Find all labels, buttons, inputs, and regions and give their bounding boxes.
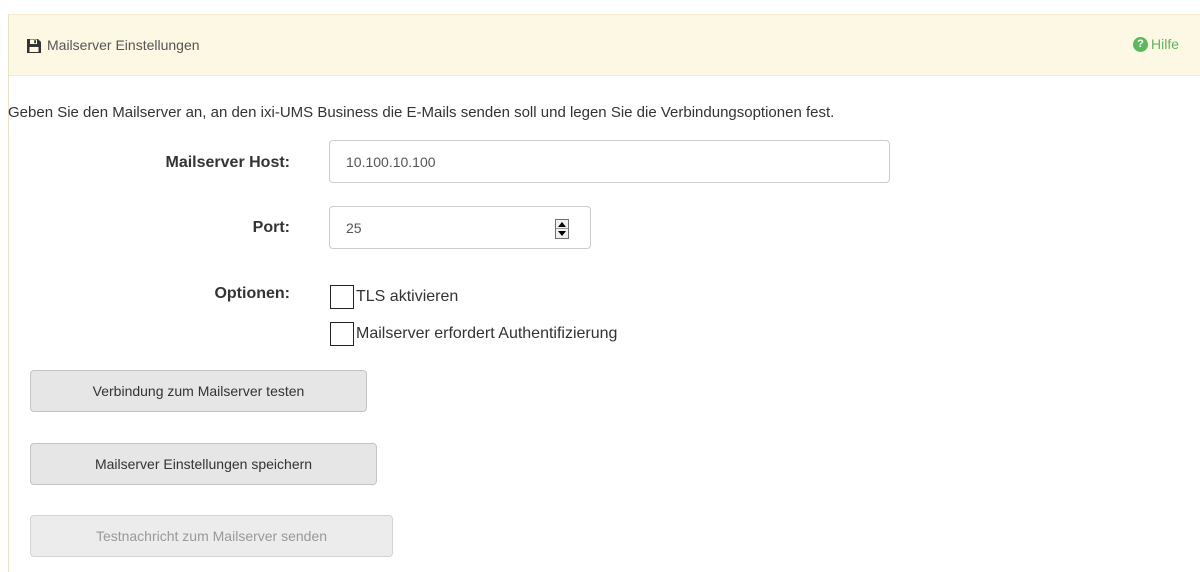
port-spinner[interactable] xyxy=(555,219,569,239)
help-link[interactable]: ? Hilfe xyxy=(1133,36,1179,52)
arrow-down-icon xyxy=(558,231,566,236)
spinner-up-button[interactable] xyxy=(556,220,568,229)
option-tls[interactable]: TLS aktivieren xyxy=(330,285,458,309)
panel-header: Mailserver Einstellungen ? Hilfe xyxy=(9,14,1200,76)
send-test-message-button[interactable]: Testnachricht zum Mailserver senden xyxy=(30,515,393,557)
host-input[interactable] xyxy=(329,140,890,183)
options-label: Optionen: xyxy=(214,285,290,302)
help-label: Hilfe xyxy=(1151,36,1180,52)
auth-label: Mailserver erfordert Authentifizierung xyxy=(356,325,618,342)
tls-label: TLS aktivieren xyxy=(356,288,459,305)
tls-checkbox[interactable] xyxy=(330,285,354,309)
spinner-down-button[interactable] xyxy=(556,229,568,238)
arrow-up-icon xyxy=(558,222,566,227)
option-auth[interactable]: Mailserver erfordert Authentifizierung xyxy=(330,322,617,346)
port-label: Port: xyxy=(252,219,290,236)
save-settings-button[interactable]: Mailserver Einstellungen speichern xyxy=(30,443,377,485)
auth-checkbox[interactable] xyxy=(330,322,354,346)
question-circle-icon: ? xyxy=(1133,36,1148,52)
test-connection-button[interactable]: Verbindung zum Mailserver testen xyxy=(30,370,367,412)
intro-text: Geben Sie den Mailserver an, an den ixi-… xyxy=(8,104,835,121)
host-label: Mailserver Host: xyxy=(165,154,291,171)
port-input[interactable] xyxy=(329,206,591,249)
save-icon xyxy=(26,38,42,54)
panel-title: Mailserver Einstellungen xyxy=(47,37,200,53)
